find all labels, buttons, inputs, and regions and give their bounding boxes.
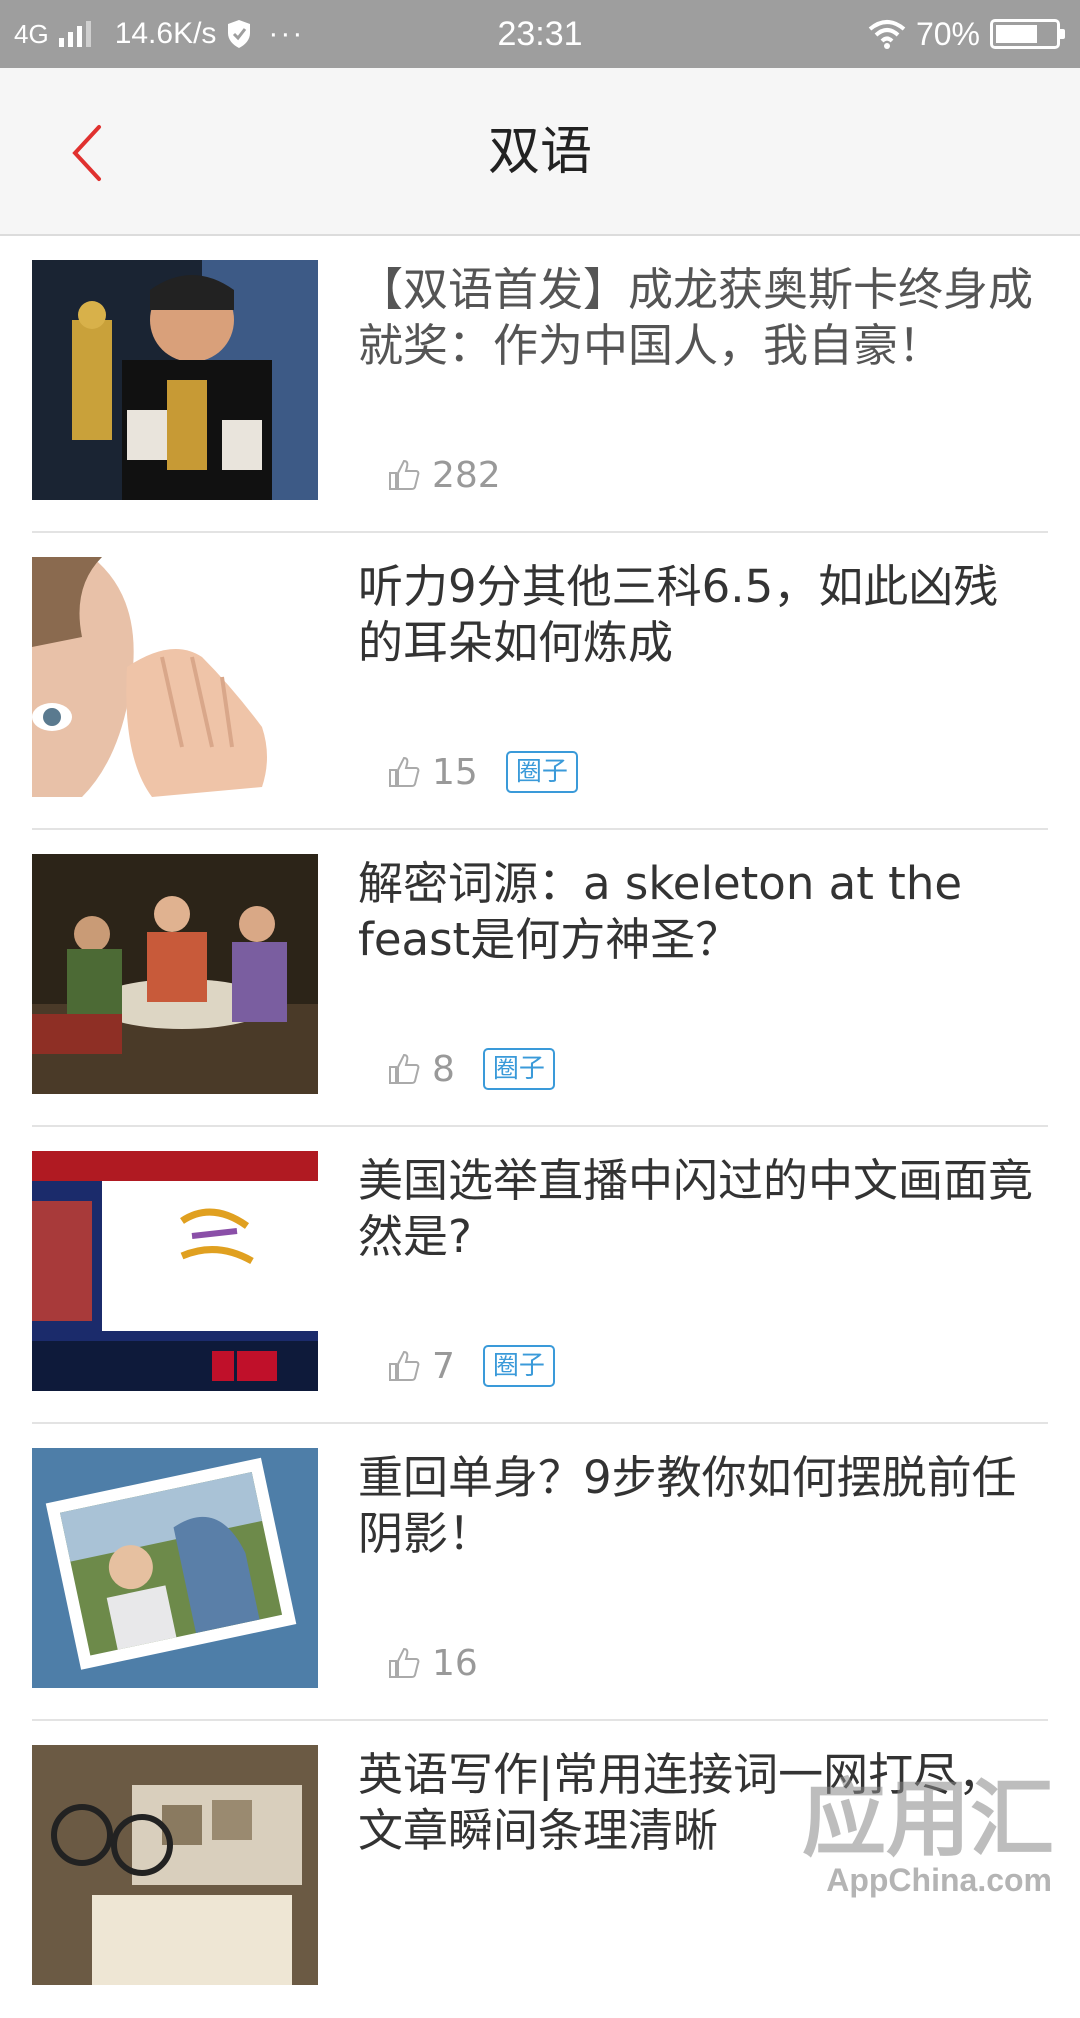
- article-item[interactable]: 解密词源：a skeleton at the feast是何方神圣？ 8 圈子: [0, 830, 1080, 1127]
- article-meta: 282: [386, 450, 501, 500]
- article-thumbnail: [32, 1448, 318, 1688]
- article-item[interactable]: 英语写作|常用连接词一网打尽，文章瞬间条理清晰: [0, 1721, 1080, 2018]
- article-item[interactable]: 重回单身？9步教你如何摆脱前任阴影！ 16: [0, 1424, 1080, 1721]
- article-meta: 16: [386, 1638, 478, 1688]
- like-count: 7: [432, 1345, 455, 1387]
- article-title: 重回单身？9步教你如何摆脱前任阴影！: [358, 1451, 1017, 1560]
- article-thumbnail: [32, 557, 318, 797]
- thumbs-up-icon: [389, 459, 420, 490]
- status-bar: 4G 14.6K/s ··· 23:31 70%: [0, 0, 1080, 68]
- article-list: 【双语首发】成龙获奥斯卡终身成就奖：作为中国人，我自豪！ 282 听力9分其他三…: [0, 236, 1080, 2018]
- article-thumbnail: [32, 854, 318, 1094]
- thumbs-up-icon: [389, 1350, 420, 1381]
- article-title: 美国选举直播中闪过的中文画面竟然是?: [358, 1154, 1034, 1263]
- article-title: 听力9分其他三科6.5，如此凶残的耳朵如何炼成: [358, 560, 999, 669]
- like-count: 15: [432, 751, 478, 793]
- article-thumbnail: [32, 1151, 318, 1391]
- wifi-icon: [868, 20, 906, 49]
- battery-icon: [990, 19, 1065, 49]
- article-item[interactable]: 美国选举直播中闪过的中文画面竟然是? 7 圈子: [0, 1127, 1080, 1424]
- thumbs-up-icon: [389, 756, 420, 787]
- article-title: 解密词源：a skeleton at the feast是何方神圣？: [358, 857, 963, 966]
- article-title: 英语写作|常用连接词一网打尽，文章瞬间条理清晰: [358, 1748, 1004, 1857]
- article-item[interactable]: 听力9分其他三科6.5，如此凶残的耳朵如何炼成 15 圈子: [0, 533, 1080, 830]
- like-count: 16: [432, 1642, 478, 1684]
- navigation-bar: 双语: [0, 68, 1080, 236]
- article-meta: 15 圈子: [386, 747, 578, 797]
- tag-badge[interactable]: 圈子: [505, 751, 578, 793]
- article-thumbnail: [32, 1745, 318, 1985]
- article-meta: 7 圈子: [386, 1341, 555, 1391]
- article-item[interactable]: 【双语首发】成龙获奥斯卡终身成就奖：作为中国人，我自豪！ 282: [0, 236, 1080, 533]
- page-title: 双语: [487, 122, 592, 182]
- battery-percent: 70%: [915, 15, 980, 52]
- article-title: 【双语首发】成龙获奥斯卡终身成就奖：作为中国人，我自豪！: [358, 263, 1034, 372]
- article-thumbnail: [32, 260, 318, 500]
- tag-badge[interactable]: 圈子: [482, 1345, 555, 1387]
- thumbs-up-icon: [389, 1647, 420, 1678]
- tag-badge[interactable]: 圈子: [482, 1048, 555, 1090]
- like-count: 8: [432, 1048, 455, 1090]
- like-count: 282: [432, 454, 501, 496]
- article-meta: 8 圈子: [386, 1044, 555, 1094]
- thumbs-up-icon: [389, 1053, 420, 1084]
